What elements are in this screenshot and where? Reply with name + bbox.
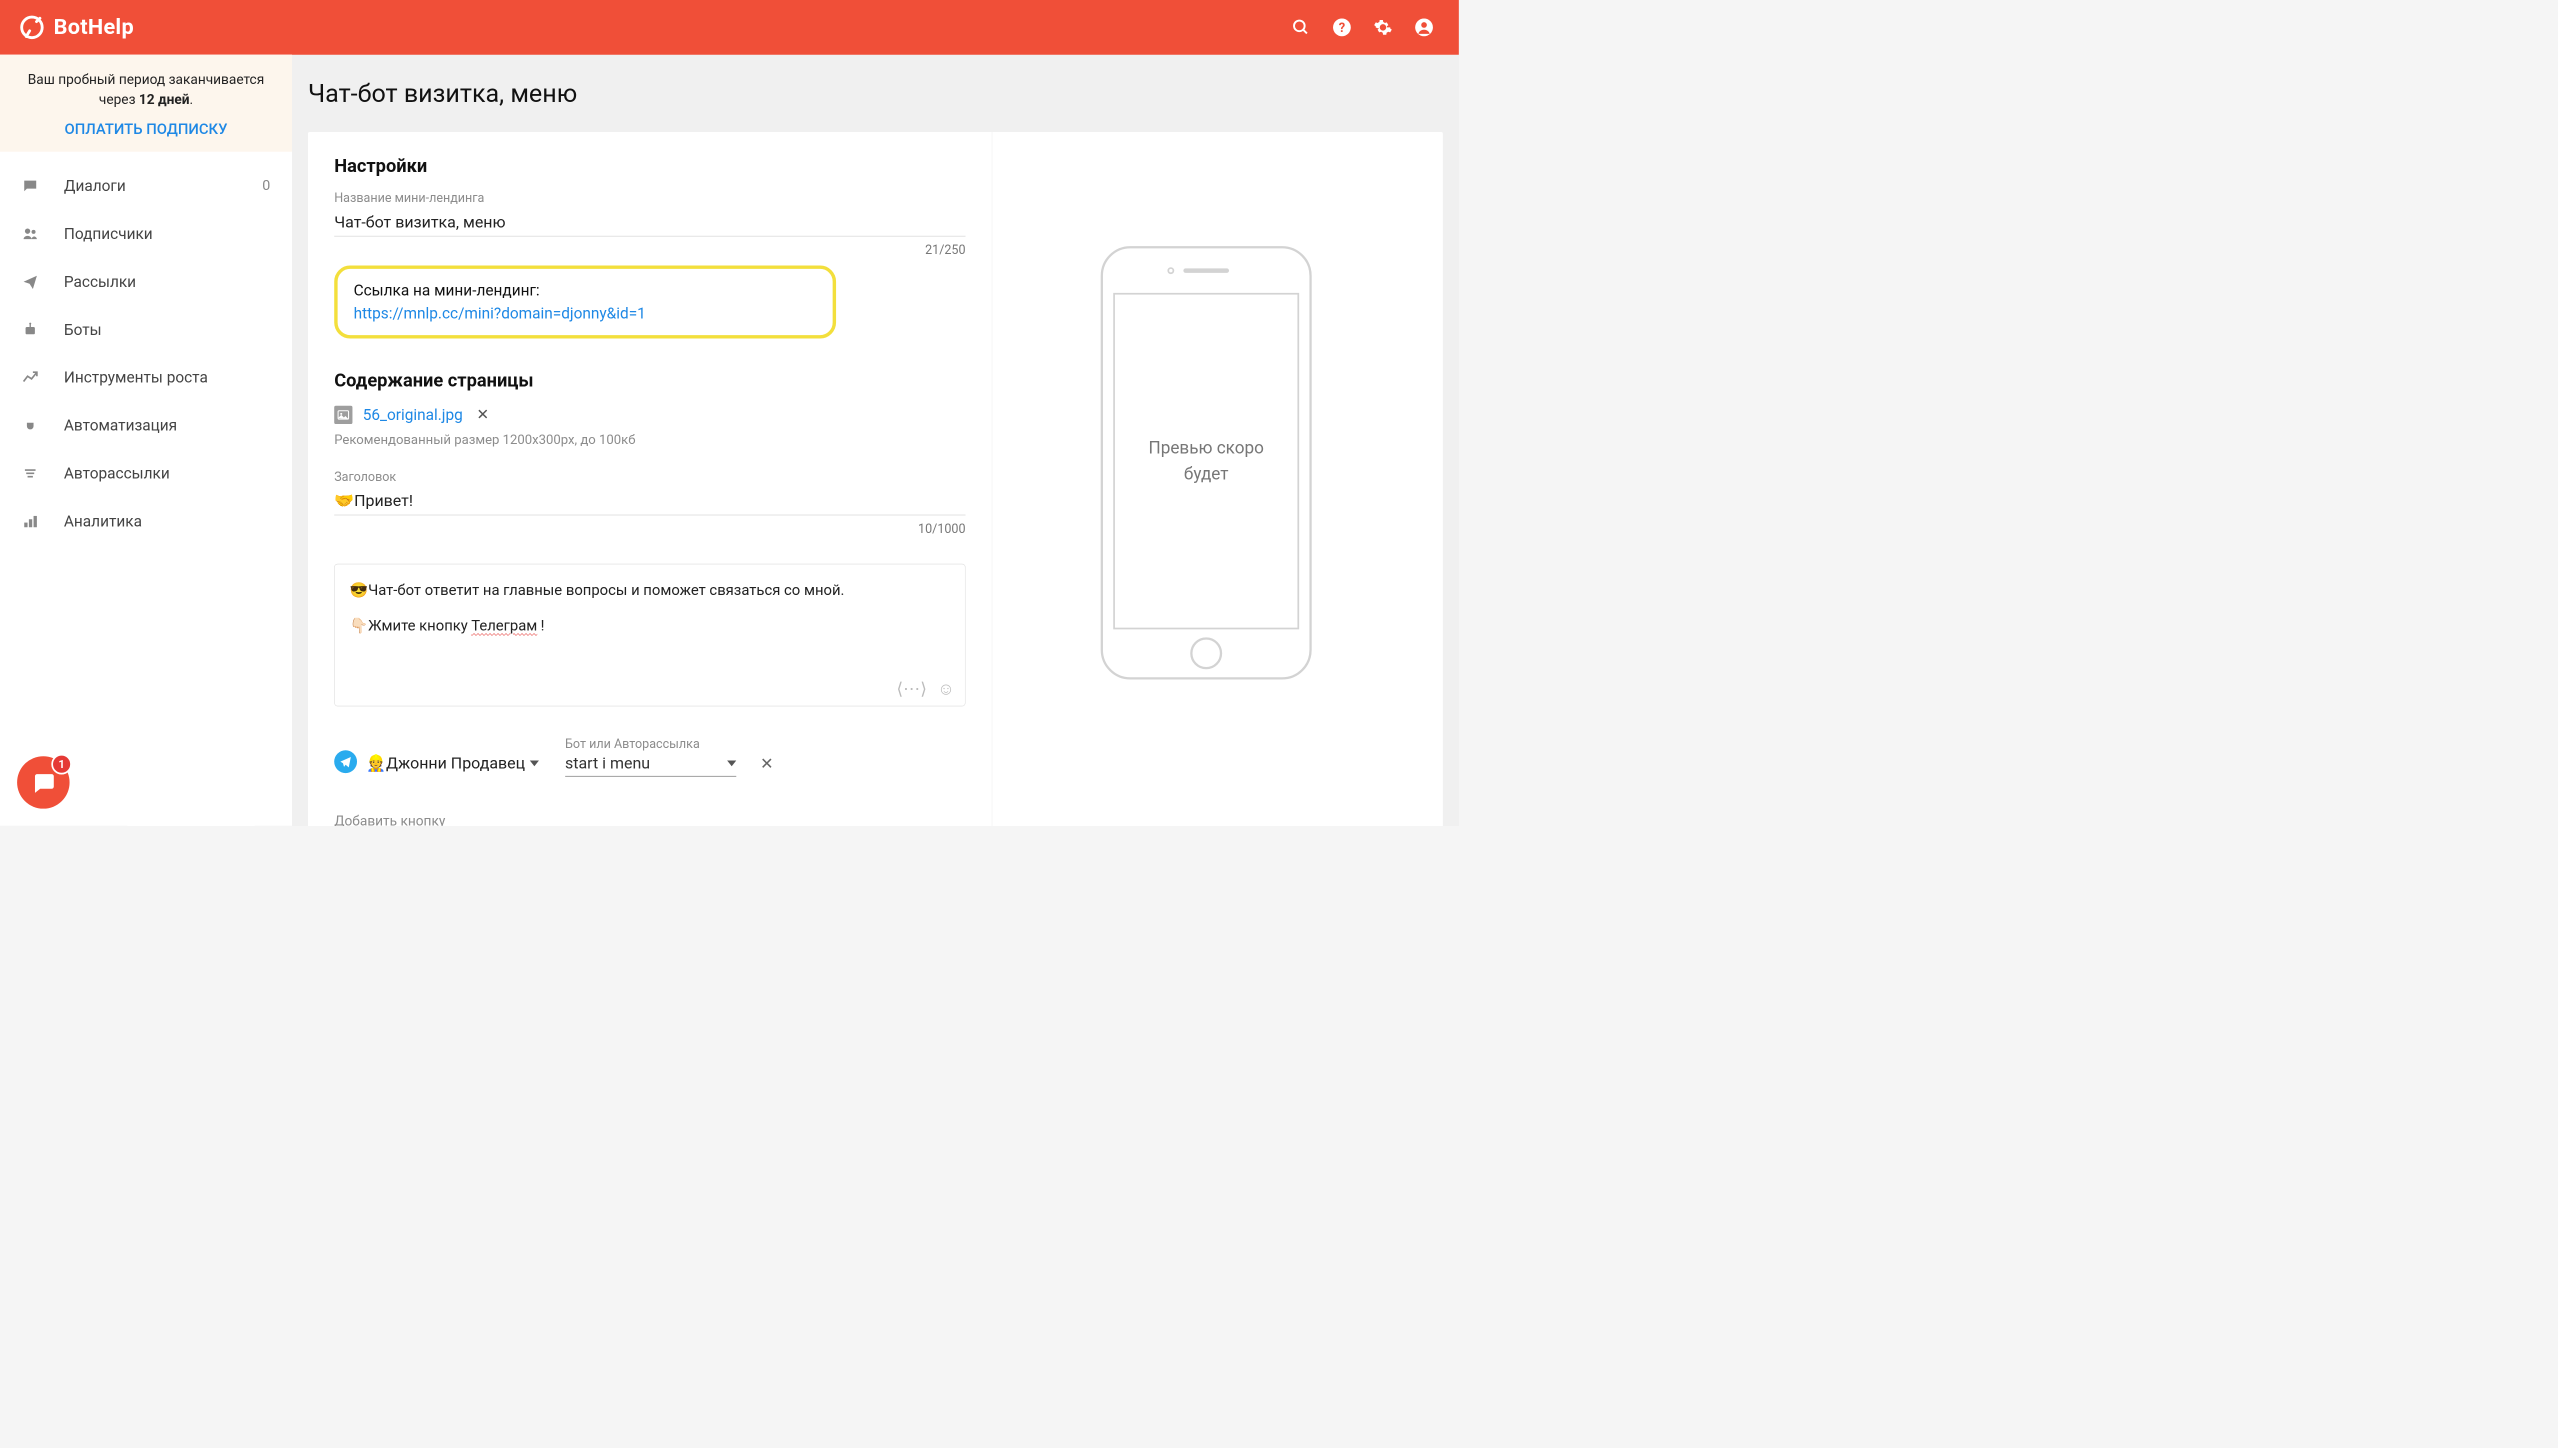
title-input[interactable] xyxy=(334,487,965,516)
emoji-icon[interactable]: ☺ xyxy=(937,679,954,699)
nav-label: Подписчики xyxy=(64,224,153,242)
topbar: BotHelp ? xyxy=(0,0,1459,55)
remove-file-button[interactable]: ✕ xyxy=(476,407,488,424)
send-icon xyxy=(22,273,39,290)
nav-autosequences[interactable]: Авторассылки xyxy=(0,449,292,497)
nav-label: Авторассылки xyxy=(64,464,170,482)
settings-icon[interactable] xyxy=(1373,18,1392,37)
nav-growth[interactable]: Инструменты роста xyxy=(0,353,292,401)
nav-bots[interactable]: Боты xyxy=(0,305,292,353)
card: Настройки Название мини-лендинга 21/250 … xyxy=(308,132,1443,825)
intercom-fab[interactable]: 1 xyxy=(17,756,69,808)
list-icon xyxy=(22,465,39,482)
nav-label: Диалоги xyxy=(64,177,126,195)
search-icon[interactable] xyxy=(1291,18,1310,37)
trial-cta[interactable]: ОПЛАТИТЬ ПОДПИСКУ xyxy=(65,121,228,138)
nav-subscribers[interactable]: Подписчики xyxy=(0,210,292,258)
trial-text: Ваш пробный период заканчивается через 1… xyxy=(11,70,280,110)
chevron-down-icon xyxy=(727,760,736,766)
content-heading: Содержание страницы xyxy=(334,370,965,392)
nav-badge: 0 xyxy=(262,177,270,194)
account-icon[interactable] xyxy=(1414,18,1433,37)
nav-dialogs[interactable]: Диалоги 0 xyxy=(0,162,292,210)
nav-analytics[interactable]: Аналитика xyxy=(0,497,292,545)
logo-text: BotHelp xyxy=(54,15,134,40)
add-button-label: Добавить кнопку xyxy=(334,813,965,826)
nav-label: Инструменты роста xyxy=(64,368,208,386)
phone-mock: Превью скоро будет xyxy=(1101,246,1312,679)
file-name[interactable]: 56_original.jpg xyxy=(363,406,463,424)
chat-icon xyxy=(22,177,39,194)
help-icon[interactable]: ? xyxy=(1332,18,1351,37)
logo[interactable]: BotHelp xyxy=(18,14,134,41)
chevron-down-icon xyxy=(530,760,539,766)
name-input[interactable] xyxy=(334,208,965,237)
title-counter: 10/1000 xyxy=(334,522,965,536)
sidebar: Ваш пробный период заканчивается через 1… xyxy=(0,55,292,826)
nav-automation[interactable]: Автоматизация xyxy=(0,401,292,449)
nav-label: Аналитика xyxy=(64,512,142,530)
remove-button-row[interactable]: ✕ xyxy=(760,755,773,774)
chat-bubble-icon xyxy=(31,770,56,795)
main: Чат-бот визитка, меню Настройки Название… xyxy=(292,55,1459,826)
flow-select[interactable]: start i menu xyxy=(565,754,736,777)
trial-banner: Ваш пробный период заканчивается через 1… xyxy=(0,55,292,152)
landing-url[interactable]: https://mnlp.cc/mini?domain=djonny&id=1 xyxy=(354,305,646,323)
nav-label: Рассылки xyxy=(64,272,136,290)
flow-label: Бот или Авторассылка xyxy=(565,737,736,751)
fab-badge: 1 xyxy=(51,754,72,775)
telegram-icon xyxy=(334,751,357,774)
bot-icon xyxy=(22,321,39,338)
preview-panel: Превью скоро будет xyxy=(992,132,1420,825)
preview-text: Превью скоро будет xyxy=(1113,293,1299,629)
plug-icon xyxy=(22,417,39,434)
settings-heading: Настройки xyxy=(334,155,965,177)
bot-select[interactable]: 👷Джонни Продавец xyxy=(366,754,539,777)
home-button-icon xyxy=(1190,638,1222,670)
title-label: Заголовок xyxy=(334,470,965,484)
file-hint: Рекомендованный размер 1200х300рх, до 10… xyxy=(334,432,965,447)
code-icon[interactable]: ⟨⋯⟩ xyxy=(896,679,926,699)
svg-text:?: ? xyxy=(1339,21,1345,36)
page-title: Чат-бот визитка, меню xyxy=(308,55,1443,133)
nav-label: Автоматизация xyxy=(64,416,177,434)
nav-broadcasts[interactable]: Рассылки xyxy=(0,258,292,306)
image-icon xyxy=(334,406,352,424)
nav-label: Боты xyxy=(64,320,102,338)
name-counter: 21/250 xyxy=(334,244,965,258)
description-editor[interactable]: 😎Чат-бот ответит на главные вопросы и по… xyxy=(334,564,965,707)
analytics-icon xyxy=(22,512,39,529)
link-label: Ссылка на мини-лендинг: xyxy=(354,282,540,300)
name-label: Название мини-лендинга xyxy=(334,192,965,206)
logo-icon xyxy=(18,14,45,41)
landing-link-box: Ссылка на мини-лендинг: https://mnlp.cc/… xyxy=(334,266,836,339)
nav: Диалоги 0 Подписчики Рассылки Боты xyxy=(0,151,292,545)
people-icon xyxy=(22,225,39,242)
trend-icon xyxy=(22,369,39,386)
